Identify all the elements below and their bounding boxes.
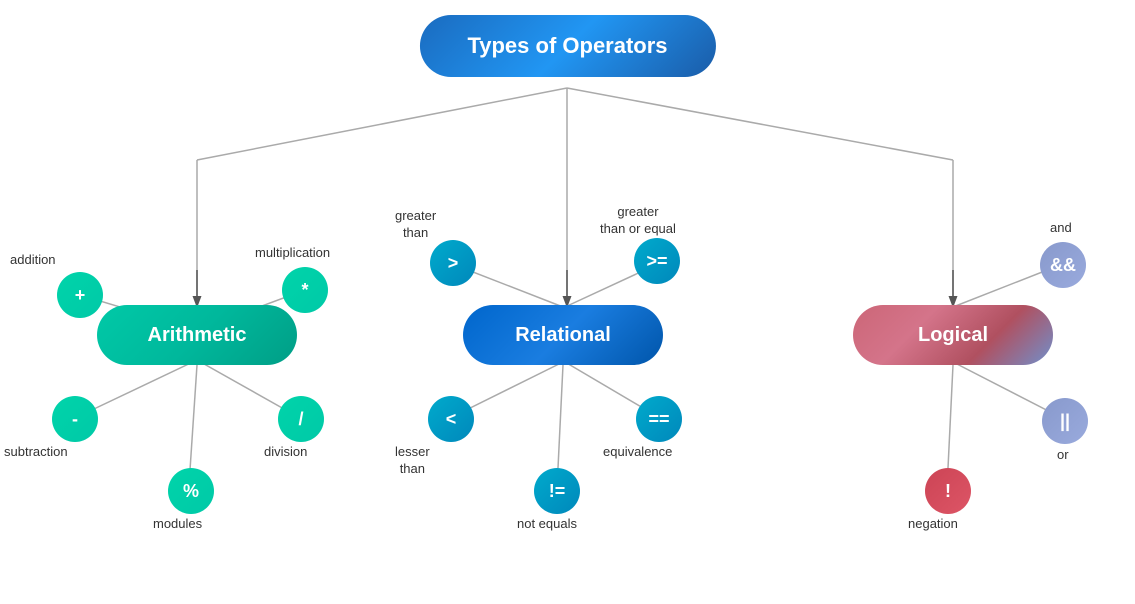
label-addition: addition [10, 252, 56, 269]
connector-lines [0, 0, 1135, 604]
op-subtraction: - [52, 396, 98, 442]
label-equiv: equivalence [603, 444, 672, 461]
label-negation: negation [908, 516, 958, 533]
op-not-equal: != [534, 468, 580, 514]
label-modules: modules [153, 516, 202, 533]
op-equiv: == [636, 396, 682, 442]
label-greater-equal: greaterthan or equal [600, 204, 676, 238]
op-or: || [1042, 398, 1088, 444]
op-negation: ! [925, 468, 971, 514]
label-multiplication: multiplication [255, 245, 330, 262]
logical-node: Logical [853, 305, 1053, 365]
logical-label: Logical [918, 324, 988, 347]
op-and: && [1040, 242, 1086, 288]
diagram: Types of Operators Arithmetic Relational… [0, 0, 1135, 604]
op-greater-equal: >= [634, 238, 680, 284]
op-addition: + [57, 272, 103, 318]
root-node: Types of Operators [419, 15, 715, 77]
relational-node: Relational [463, 305, 663, 365]
arithmetic-node: Arithmetic [97, 305, 297, 365]
op-division: / [278, 396, 324, 442]
arithmetic-label: Arithmetic [148, 324, 247, 347]
op-greater: > [430, 240, 476, 286]
op-lesser: < [428, 396, 474, 442]
label-subtraction: subtraction [4, 444, 68, 461]
label-lesser: lesserthan [395, 444, 430, 478]
label-or: or [1057, 447, 1069, 464]
label-division: division [264, 444, 307, 461]
label-and: and [1050, 220, 1072, 237]
op-modules: % [168, 468, 214, 514]
op-multiplication: * [282, 267, 328, 313]
root-title: Types of Operators [467, 33, 667, 58]
label-greater: greaterthan [395, 208, 436, 242]
label-not-equal: not equals [517, 516, 577, 533]
relational-label: Relational [515, 324, 611, 347]
